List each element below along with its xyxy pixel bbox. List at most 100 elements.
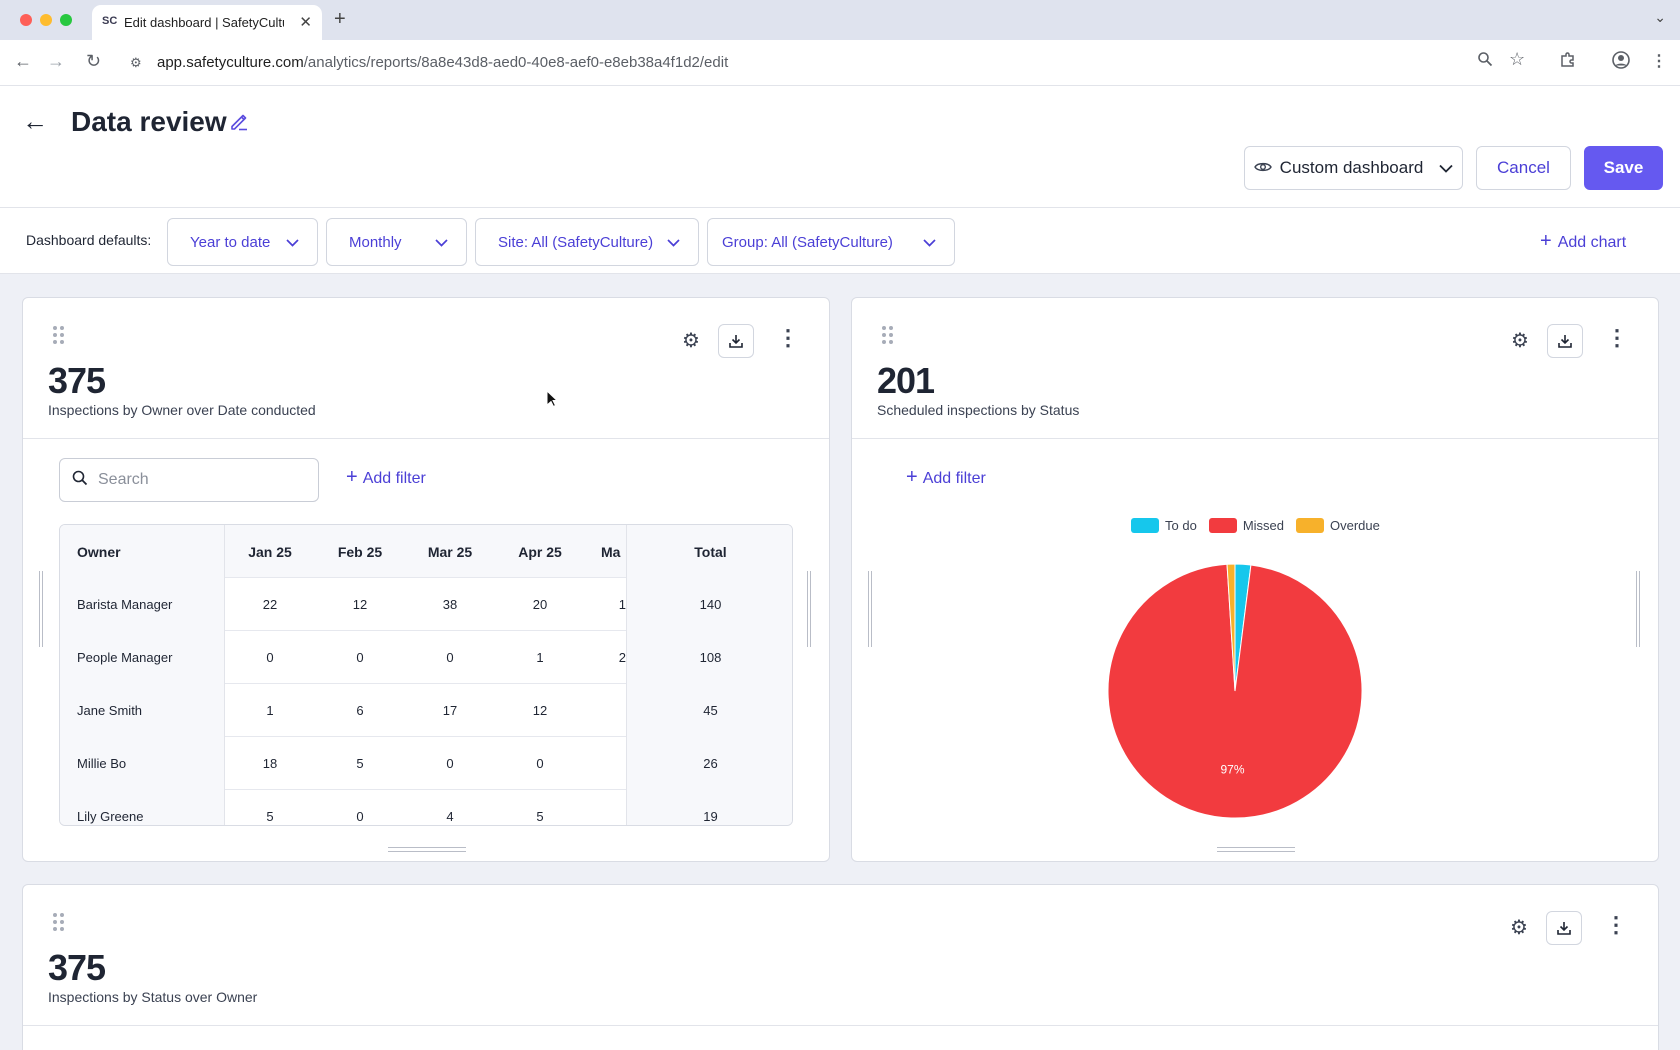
browser-tab[interactable]: SC Edit dashboard | SafetyCulture ✕: [92, 5, 322, 40]
table-header-row: Owner Jan 25 Feb 25 Mar 25 Apr 25 Ma Tot…: [60, 525, 792, 578]
url-text: app.safetyculture.com/analytics/reports/…: [157, 54, 729, 71]
close-window-button[interactable]: [20, 14, 32, 26]
interval-value: Monthly: [349, 233, 402, 251]
add-chart-button[interactable]: + Add chart: [1540, 230, 1626, 253]
resize-handle-bottom[interactable]: [1217, 847, 1295, 852]
column-header-month[interactable]: Mar 25: [405, 525, 495, 578]
table-row: Millie Bo 18 5 0 0 26: [60, 737, 792, 790]
value-cell: 5: [266, 809, 274, 824]
cancel-button[interactable]: Cancel: [1476, 146, 1571, 190]
plus-icon: +: [906, 466, 918, 488]
more-options-kebab-icon[interactable]: ⋮: [1605, 912, 1627, 938]
resize-handle-right[interactable]: [1636, 571, 1640, 647]
drag-handle-icon[interactable]: [882, 326, 894, 346]
value-cell: 5: [536, 809, 544, 824]
edit-title-pencil-icon[interactable]: [228, 110, 250, 138]
add-filter-button[interactable]: + Add filter: [906, 466, 986, 489]
column-header-owner[interactable]: Owner: [60, 525, 225, 578]
resize-handle-left[interactable]: [39, 571, 43, 647]
value-cell: 1: [536, 650, 544, 665]
add-filter-button[interactable]: + Add filter: [346, 466, 426, 489]
value-cell: 5: [356, 756, 364, 771]
legend-item[interactable]: To do: [1131, 517, 1197, 533]
column-header-month[interactable]: Feb 25: [315, 525, 405, 578]
download-button[interactable]: [718, 324, 754, 358]
interval-select[interactable]: Monthly: [326, 218, 467, 266]
legend-label: To do: [1165, 517, 1197, 533]
metric-value: 375: [48, 360, 106, 401]
chevron-down-icon: [923, 235, 936, 250]
legend-swatch: [1296, 517, 1324, 533]
back-icon[interactable]: ←: [14, 51, 32, 72]
download-button[interactable]: [1547, 324, 1583, 358]
column-header-month[interactable]: Jan 25: [225, 525, 315, 578]
legend-item[interactable]: Overdue: [1296, 517, 1380, 533]
pie-chart: 97%: [1107, 563, 1363, 819]
chart-settings-gear-icon[interactable]: ⚙: [1511, 328, 1529, 353]
save-button[interactable]: Save: [1584, 146, 1663, 190]
view-mode-select[interactable]: Custom dashboard: [1244, 146, 1463, 190]
owner-cell: Barista Manager: [60, 578, 225, 631]
column-header-total[interactable]: Total: [626, 525, 792, 578]
value-cell: [585, 790, 626, 825]
table-row: Jane Smith 1 6 17 12 45: [60, 684, 792, 737]
chart-settings-gear-icon[interactable]: ⚙: [1510, 915, 1528, 940]
table-row: Lily Greene 5 0 4 5 19: [60, 790, 792, 825]
value-cell: 12: [352, 597, 368, 612]
total-cell: 26: [626, 737, 792, 790]
metric-value: 375: [48, 947, 106, 988]
add-chart-label: Add chart: [1557, 234, 1627, 251]
value-cell: 38: [442, 597, 458, 612]
eye-icon: [1253, 158, 1272, 178]
drag-handle-icon[interactable]: [53, 326, 65, 346]
legend-label: Missed: [1242, 517, 1284, 533]
back-arrow-icon[interactable]: ←: [22, 106, 48, 137]
plus-icon: +: [1540, 230, 1552, 252]
date-range-select[interactable]: Year to date: [167, 218, 318, 266]
value-cell: 1: [266, 703, 274, 718]
bookmark-star-icon[interactable]: ☆: [1509, 49, 1525, 70]
more-options-kebab-icon[interactable]: ⋮: [777, 325, 799, 351]
tab-search-chevron-icon[interactable]: ⌄: [1654, 9, 1666, 26]
reload-icon[interactable]: ↻: [86, 51, 101, 72]
table-search-box[interactable]: [59, 458, 319, 502]
forward-icon[interactable]: →: [47, 51, 65, 72]
column-header-month[interactable]: Apr 25: [495, 525, 585, 578]
value-cell: 0: [446, 756, 454, 771]
card-divider: [852, 438, 1658, 439]
search-icon: [72, 470, 88, 491]
chevron-down-icon: [667, 235, 680, 250]
chart-settings-gear-icon[interactable]: ⚙: [682, 328, 700, 353]
site-info-icon[interactable]: ⚙: [130, 55, 142, 71]
profile-icon[interactable]: [1612, 51, 1630, 74]
zoom-icon[interactable]: [1477, 51, 1493, 72]
maximize-window-button[interactable]: [60, 14, 72, 26]
download-button[interactable]: [1546, 911, 1582, 945]
data-table: Owner Jan 25 Feb 25 Mar 25 Apr 25 Ma Tot…: [59, 524, 793, 826]
group-select[interactable]: Group: All (SafetyCulture): [707, 218, 955, 266]
value-cell: 0: [266, 650, 274, 665]
value-cell: 20: [532, 597, 548, 612]
minimize-window-button[interactable]: [40, 14, 52, 26]
value-cell: 12: [532, 703, 548, 718]
extensions-icon[interactable]: [1559, 51, 1576, 73]
browser-menu-icon[interactable]: ⋮: [1651, 51, 1667, 71]
address-bar[interactable]: ⚙ app.safetyculture.com/analytics/report…: [120, 46, 1540, 80]
legend-label: Overdue: [1330, 517, 1380, 533]
column-header-month[interactable]: Ma: [585, 525, 626, 578]
drag-handle-icon[interactable]: [53, 913, 65, 933]
chart-legend: To do Missed Overdue: [1131, 515, 1392, 535]
browser-toolbar: ← → ↻ ⚙ app.safetyculture.com/analytics/…: [0, 40, 1680, 86]
tab-close-icon[interactable]: ✕: [299, 13, 312, 31]
new-tab-icon[interactable]: +: [334, 8, 346, 31]
legend-item[interactable]: Missed: [1208, 517, 1284, 533]
resize-handle-bottom[interactable]: [388, 847, 466, 852]
resize-handle-left[interactable]: [868, 571, 872, 647]
site-select[interactable]: Site: All (SafetyCulture): [475, 218, 699, 266]
resize-handle-right[interactable]: [807, 571, 811, 647]
more-options-kebab-icon[interactable]: ⋮: [1606, 325, 1628, 351]
search-input[interactable]: [98, 469, 308, 491]
group-value: Group: All (SafetyCulture): [722, 233, 893, 251]
date-range-value: Year to date: [190, 233, 271, 251]
add-filter-label: Add filter: [362, 470, 426, 487]
